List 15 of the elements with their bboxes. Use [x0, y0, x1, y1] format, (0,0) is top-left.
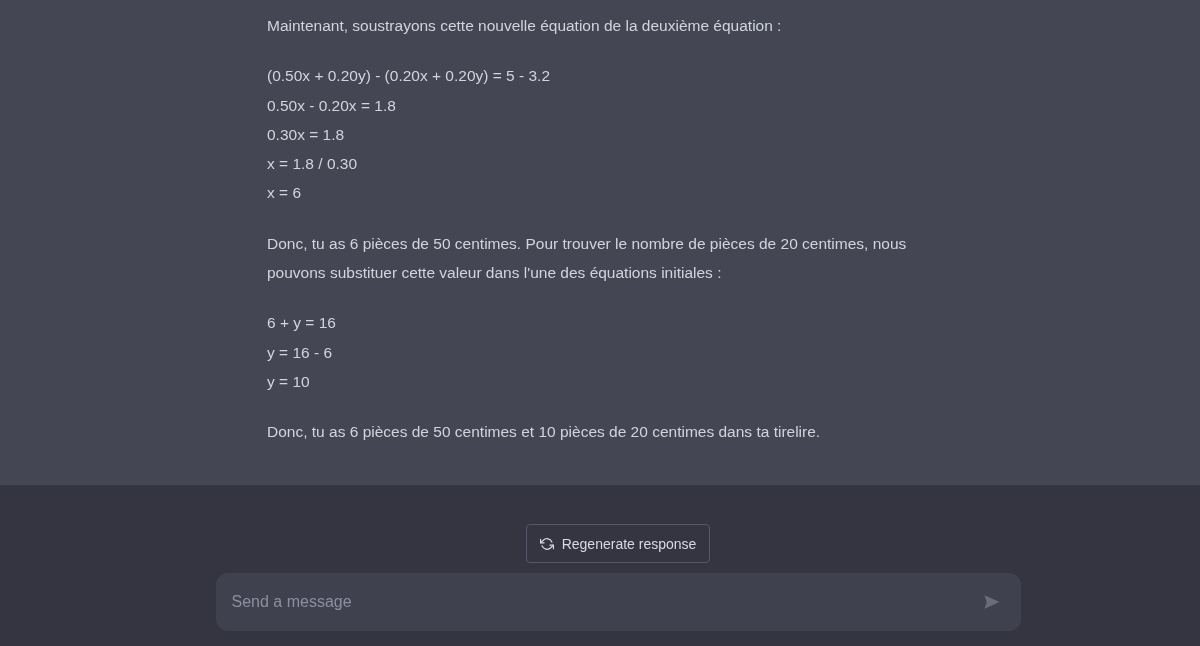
message-field[interactable]: Send a message — [215, 573, 1021, 631]
equation-line: x = 1.8 / 0.30 — [267, 154, 358, 175]
message-paragraph: Donc, tu as 6 pièces de 50 centimes. Pour trouver le nombre de pièces de 20 centimes, nous pouvons substituer cette valeur dans l'une des équations initiales : — [267, 233, 908, 284]
equation-line: (0.50x + 0.20y) - (0.20x + 0.20y) = 5 - 3.2 — [267, 66, 551, 87]
message-paragraph: Donc, tu as 6 pièces de 50 centimes et 10 pièces de 20 centimes dans ta tirelire. — [267, 422, 822, 443]
equation-line: 6 + y = 16 — [267, 313, 336, 334]
equation-line: y = 10 — [267, 371, 310, 392]
regenerate-button[interactable]: Regenerate response — [525, 524, 711, 563]
send-icon[interactable] — [982, 593, 1001, 611]
equation-line: x = 6 — [267, 183, 302, 204]
refresh-icon — [539, 536, 554, 551]
equation-line: 0.50x - 0.20x = 1.8 — [267, 95, 396, 116]
message-paragraph: Maintenant, soustrayons cette nouvelle équation de la deuxième équation : — [267, 16, 783, 36]
equation-line: y = 16 - 6 — [267, 342, 333, 363]
equation-line: 0.30x = 1.8 — [267, 124, 345, 145]
